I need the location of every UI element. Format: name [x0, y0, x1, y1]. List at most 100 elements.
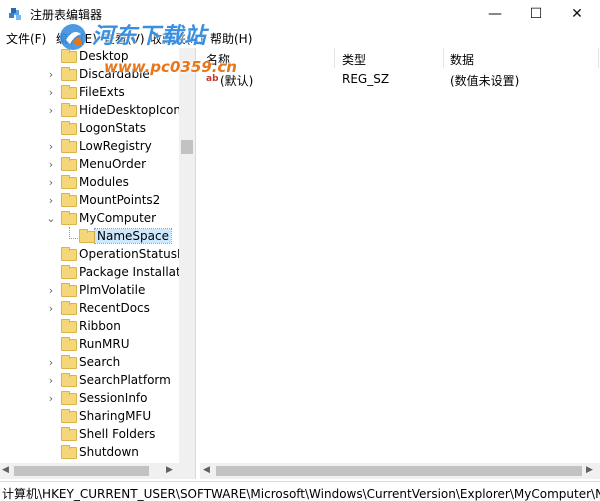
chevron-right-icon[interactable]: ›: [46, 302, 56, 316]
scroll-right-icon[interactable]: ▶: [586, 465, 593, 475]
maximize-button[interactable]: ☐: [516, 0, 556, 28]
column-header-type[interactable]: 类型: [342, 51, 366, 68]
list-header: 名称 类型 数据: [200, 48, 600, 68]
tree-item[interactable]: Shutdown: [0, 444, 180, 462]
tree-item[interactable]: NameSpace: [0, 228, 180, 246]
folder-icon: [61, 355, 77, 369]
chevron-down-icon[interactable]: ⌄: [46, 212, 56, 226]
folder-icon: [61, 373, 77, 387]
tree-item-label: SharingMFU: [79, 409, 152, 423]
tree-item-label: LogonStats: [79, 121, 147, 135]
folder-icon: [61, 427, 77, 441]
folder-icon: [61, 49, 77, 63]
folder-icon: [61, 139, 77, 153]
folder-icon: [61, 193, 77, 207]
tree-item[interactable]: › Search: [0, 354, 180, 372]
folder-icon: [61, 337, 77, 351]
chevron-right-icon[interactable]: ›: [46, 86, 56, 100]
folder-icon: [61, 301, 77, 315]
chevron-right-icon[interactable]: ›: [46, 356, 56, 370]
chevron-right-icon[interactable]: ›: [46, 158, 56, 172]
scroll-right-icon[interactable]: ▶: [166, 465, 173, 475]
tree-item[interactable]: › HideDesktopIcons: [0, 102, 187, 120]
tree-item-label: SessionInfo: [79, 391, 148, 405]
tree-item[interactable]: › LowRegistry: [0, 138, 180, 156]
tree-item[interactable]: OperationStatusMa: [0, 246, 195, 264]
tree-item[interactable]: › SessionInfo: [0, 390, 180, 408]
scrollbar-thumb[interactable]: [181, 140, 193, 154]
title-bar: 注册表编辑器 — ☐ ✕: [0, 0, 600, 28]
menu-file[interactable]: 文件(F): [6, 30, 46, 47]
tree-item[interactable]: Shell Folders: [0, 426, 180, 444]
watermark-url: www.pc0359.cn: [104, 58, 237, 76]
maximize-icon: ☐: [529, 6, 543, 22]
folder-icon: [61, 283, 77, 297]
folder-icon: [61, 103, 77, 117]
chevron-right-icon[interactable]: ›: [46, 392, 56, 406]
folder-icon: [61, 409, 77, 423]
folder-icon: [61, 211, 77, 225]
scrollbar-thumb[interactable]: [14, 466, 149, 476]
chevron-right-icon[interactable]: ›: [46, 374, 56, 388]
tree-item-label: Modules: [79, 175, 129, 189]
values-list[interactable]: 名称 类型 数据 ab (默认) REG_SZ (数值未设置): [200, 48, 600, 479]
tree-item-label: Shutdown: [79, 445, 139, 459]
column-divider[interactable]: [443, 48, 444, 68]
folder-icon: [61, 445, 77, 459]
column-header-data[interactable]: 数据: [450, 51, 474, 68]
minimize-button[interactable]: —: [475, 0, 515, 28]
tree-item[interactable]: › RecentDocs: [0, 300, 180, 318]
tree-item[interactable]: Ribbon: [0, 318, 180, 336]
tree-item-label: Ribbon: [79, 319, 121, 333]
tree-item-label: Search: [79, 355, 121, 369]
tree-vertical-scrollbar[interactable]: [179, 48, 195, 463]
tree-item-label: FileExts: [79, 85, 125, 99]
value-type: REG_SZ: [342, 72, 390, 86]
tree-item[interactable]: Package Installatio: [0, 264, 191, 282]
tree-item[interactable]: › SearchPlatform: [0, 372, 180, 390]
folder-icon: [61, 121, 77, 135]
tree-item-label: SearchPlatform: [79, 373, 171, 387]
folder-icon: [61, 391, 77, 405]
tree-item[interactable]: › MountPoints2: [0, 192, 180, 210]
value-row[interactable]: ab (默认) REG_SZ (数值未设置): [200, 70, 600, 88]
folder-icon: [61, 85, 77, 99]
tree-item[interactable]: › PlmVolatile: [0, 282, 180, 300]
column-divider[interactable]: [598, 48, 599, 68]
scrollbar-thumb[interactable]: [216, 466, 582, 476]
tree-item-label: OperationStatusMa: [79, 247, 195, 261]
list-horizontal-scrollbar[interactable]: ◀ ▶: [200, 463, 600, 479]
chevron-right-icon[interactable]: ›: [46, 140, 56, 154]
chevron-right-icon[interactable]: ›: [46, 194, 56, 208]
folder-icon: [61, 247, 77, 261]
tree-item-label: RunMRU: [79, 337, 130, 351]
tree-item-label: MenuOrder: [79, 157, 147, 171]
tree-item[interactable]: › Modules: [0, 174, 180, 192]
tree-item[interactable]: RunMRU: [0, 336, 180, 354]
folder-icon: [61, 67, 77, 81]
column-divider[interactable]: [334, 48, 335, 68]
tree-item[interactable]: SharingMFU: [0, 408, 180, 426]
scroll-left-icon[interactable]: ◀: [2, 465, 9, 475]
folder-icon: [61, 265, 77, 279]
chevron-right-icon[interactable]: ›: [46, 68, 56, 82]
chevron-right-icon[interactable]: ›: [46, 104, 56, 118]
tree-item[interactable]: ⌄ MyComputer: [0, 210, 180, 228]
chevron-right-icon[interactable]: ›: [46, 176, 56, 190]
tree-item[interactable]: › FileExts: [0, 84, 180, 102]
key-tree[interactable]: Desktop › Discardable › FileExts › HideDesktop…: [0, 48, 196, 479]
tree-horizontal-scrollbar[interactable]: ◀ ▶: [0, 463, 195, 479]
tree-item[interactable]: LogonStats: [0, 120, 180, 138]
tree-item-label: Package Installatio: [79, 265, 192, 279]
scroll-left-icon[interactable]: ◀: [203, 465, 210, 475]
menu-help[interactable]: 帮助(H): [210, 30, 252, 47]
close-button[interactable]: ✕: [557, 0, 597, 28]
value-data: (数值未设置): [450, 74, 520, 88]
folder-icon: [79, 229, 95, 243]
registry-editor-icon: [9, 8, 21, 20]
tree-item[interactable]: › MenuOrder: [0, 156, 180, 174]
tree-item-label: MountPoints2: [79, 193, 161, 207]
chevron-right-icon[interactable]: ›: [46, 284, 56, 298]
tree-item-label: Shell Folders: [79, 427, 156, 441]
folder-icon: [61, 157, 77, 171]
